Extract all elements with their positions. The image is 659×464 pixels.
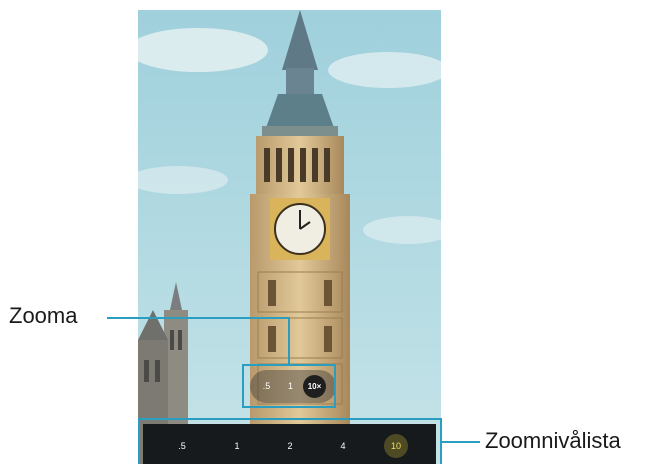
callout-leader-line <box>288 317 290 365</box>
callout-leader-line <box>442 441 480 443</box>
callout-zoom-levels-label: Zoomnivålista <box>485 428 621 453</box>
zoom-level-highlight-box <box>138 418 442 464</box>
callout-leader-line <box>107 317 290 319</box>
zoom-highlight-box <box>242 364 336 408</box>
callout-zoom-label: Zooma <box>9 303 78 328</box>
